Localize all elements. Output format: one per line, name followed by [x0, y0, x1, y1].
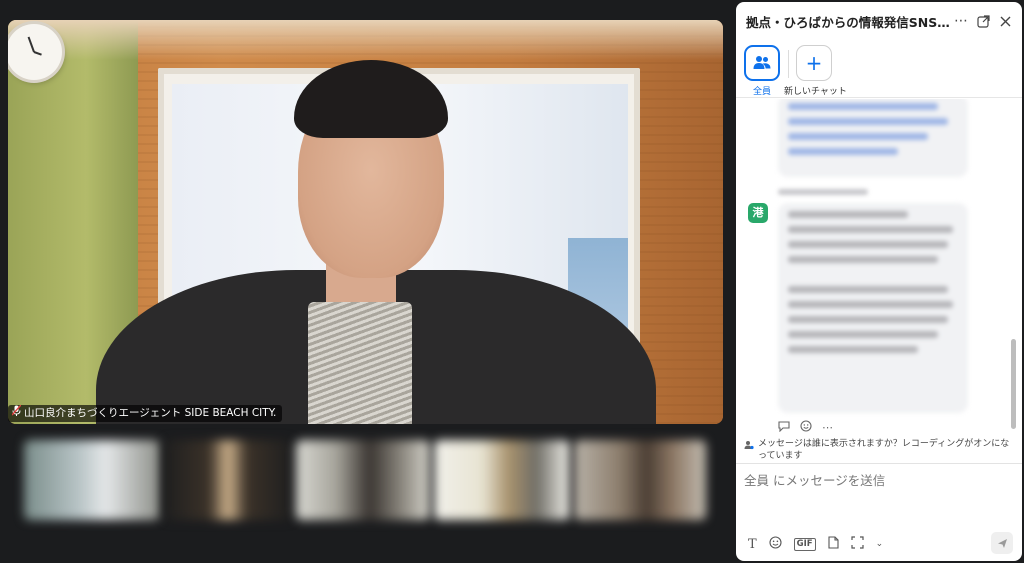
- sender-name: [778, 189, 868, 195]
- participant-thumbnail[interactable]: [296, 440, 430, 520]
- chat-message-bubble[interactable]: [778, 203, 968, 413]
- visibility-notice-text: メッセージは誰に表示されますか？レコーディングがオンになっています: [758, 439, 1010, 461]
- speaker-person: [8, 20, 723, 424]
- popout-icon[interactable]: [972, 10, 994, 32]
- plus-icon: +: [796, 45, 832, 81]
- recipient-selector: 全員 + 新しいチャット: [736, 42, 1022, 98]
- more-icon[interactable]: ⋯: [950, 10, 972, 32]
- gif-icon[interactable]: GIF: [793, 537, 816, 551]
- video-stage: 山口良介まちづくりエージェント SIDE BEACH CITY.: [0, 0, 735, 563]
- participant-thumbnail[interactable]: [164, 440, 292, 520]
- chat-scrollbar[interactable]: [1011, 339, 1016, 429]
- file-icon[interactable]: [828, 536, 839, 552]
- compose-divider: [736, 463, 1022, 464]
- emoji-icon[interactable]: [769, 536, 782, 552]
- message-input[interactable]: [744, 470, 1014, 524]
- close-icon[interactable]: [994, 10, 1016, 32]
- speaker-name: 山口良介まちづくりエージェント SIDE BEACH CITY.: [24, 407, 277, 419]
- emoji-reaction-icon[interactable]: [800, 420, 812, 435]
- active-speaker-video[interactable]: [8, 20, 723, 424]
- compose-toolbar: T GIF ⌄: [748, 536, 883, 552]
- message-list[interactable]: 港: [736, 99, 1022, 437]
- reply-icon[interactable]: [778, 420, 790, 435]
- text-format-icon[interactable]: T: [748, 537, 757, 552]
- message-actions: ⋯: [778, 420, 833, 435]
- recipient-label: 新しいチャット: [784, 87, 847, 97]
- participant-thumbnail[interactable]: [434, 440, 570, 520]
- sender-avatar: 港: [748, 203, 768, 223]
- people-icon: [744, 45, 780, 81]
- chevron-down-icon[interactable]: ⌄: [876, 539, 884, 549]
- mic-muted-icon: [11, 404, 22, 422]
- chat-message-bubble[interactable]: [778, 99, 968, 177]
- person-sweater: [308, 302, 412, 424]
- send-button[interactable]: [991, 532, 1013, 554]
- more-icon[interactable]: ⋯: [822, 421, 833, 434]
- chat-title: 拠点・ひろばからの情報発信SNSとの向き合...: [746, 14, 950, 30]
- participant-thumbnail[interactable]: [24, 440, 160, 520]
- participant-thumbnail[interactable]: [574, 440, 706, 520]
- participant-thumbnail-strip: [24, 440, 706, 520]
- screenshot-icon[interactable]: [851, 536, 864, 552]
- chat-panel: 拠点・ひろばからの情報発信SNSとの向き合... ⋯ 全員 + 新しいチャット: [736, 2, 1022, 561]
- new-chat-button[interactable]: + 新しいチャット: [784, 45, 847, 97]
- visibility-notice[interactable]: メッセージは誰に表示されますか？レコーディングがオンになっています: [744, 438, 1018, 462]
- person-hair: [294, 60, 448, 138]
- chat-header: 拠点・ひろばからの情報発信SNSとの向き合... ⋯: [736, 2, 1022, 40]
- speaker-name-tag: 山口良介まちづくりエージェント SIDE BEACH CITY.: [8, 404, 283, 422]
- people-info-icon: [744, 440, 754, 462]
